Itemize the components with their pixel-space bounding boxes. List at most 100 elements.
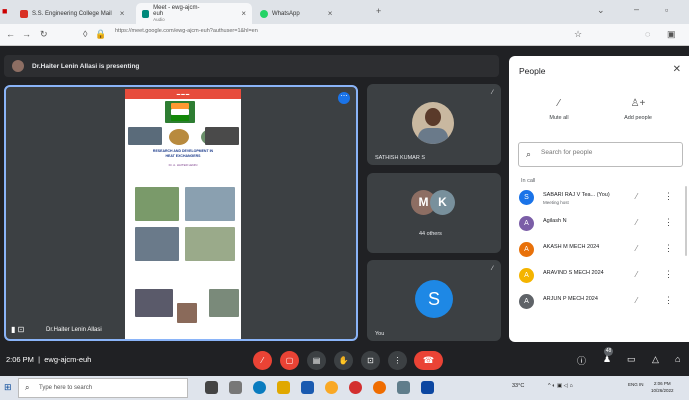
slide-photo [205, 127, 239, 145]
whatsapp-icon [260, 9, 268, 18]
meeting-controls: 2:06 PM | ewg-ajcm-euh ⁄ ▢ ▤ ✋ ⊡ ⋮ ☎ ⓘ ♟… [0, 346, 689, 376]
muted-mic-icon: ⁄ [636, 244, 638, 253]
participant-name: SABARI RAJ V Tea... (You) [543, 192, 610, 198]
restore-icon[interactable]: ▫ [665, 5, 668, 15]
participant-row[interactable]: A ARJUN P MECH 2024 ⁄ ⋮ [509, 291, 689, 313]
opera-icon[interactable] [349, 381, 362, 394]
language-indicator[interactable]: ENG IN [628, 382, 644, 387]
participant-name: You [375, 331, 385, 337]
muted-mic-icon: ⁄ [636, 296, 638, 305]
slide-photo [185, 187, 235, 221]
reload-icon[interactable]: ↻ [40, 29, 48, 40]
settings-icon[interactable] [397, 381, 410, 394]
slide-logo [169, 129, 189, 145]
activities-icon[interactable]: △ [652, 354, 659, 365]
add-people-button[interactable]: ♙+ Add people [615, 98, 661, 121]
participant-row[interactable]: S SABARI RAJ V Tea... (You) Meeting host… [509, 187, 689, 209]
info-icon[interactable]: ⓘ [577, 354, 586, 367]
minimize-icon[interactable]: – [634, 4, 639, 14]
windows-start-icon[interactable]: ⊞ [4, 382, 12, 393]
slide-photo [128, 127, 162, 145]
meeting-clock: 2:06 PM | ewg-ajcm-euh [6, 355, 92, 364]
url-field[interactable]: https://meet.google.com/ewg-ajcm-euh?aut… [115, 28, 258, 34]
close-icon[interactable]: × [328, 9, 333, 18]
pocket-icon[interactable]: ◌ [645, 29, 650, 39]
participant-count-badge: 48 [604, 347, 613, 356]
chat-icon[interactable]: ▭ [627, 354, 636, 365]
mute-all-button[interactable]: ⁄ Mute all [539, 98, 579, 121]
tab-gmail[interactable]: S.S. Engineering College Mail × [14, 3, 132, 24]
more-vert-icon[interactable]: ⋮ [664, 269, 673, 280]
participant-name: SATHISH KUMAR S [375, 155, 426, 161]
host-controls-icon[interactable]: ⌂ [675, 354, 680, 364]
participant-count-label: 44 others [419, 231, 442, 237]
tab-meet-sublabel: Audio [153, 16, 165, 22]
slide-flag-stripe [171, 115, 189, 121]
edge-icon[interactable] [253, 381, 266, 394]
extension-icon[interactable]: ▣ [667, 29, 676, 40]
close-icon[interactable]: × [120, 9, 125, 18]
taskbar-clock[interactable]: 2:06 PM 10/26/2022 [651, 380, 674, 394]
tab-whatsapp[interactable]: WhatsApp × [254, 3, 354, 24]
file-explorer-icon[interactable] [277, 381, 290, 394]
mute-all-icon: ⁄ [558, 98, 560, 109]
store-icon[interactable] [301, 381, 314, 394]
more-vert-icon[interactable]: ⋮ [664, 217, 673, 228]
meet-icon [142, 9, 150, 18]
add-person-icon: ♙+ [630, 98, 646, 109]
more-vert-icon[interactable]: ⋮ [664, 295, 673, 306]
mute-all-label: Mute all [549, 115, 569, 121]
more-vert-icon[interactable]: ⋮ [664, 191, 673, 202]
tray-icons[interactable]: ^ ◐ ▣ ◁ ⌂ [548, 383, 573, 389]
close-icon[interactable]: ✕ [673, 64, 681, 75]
chrome-icon[interactable] [325, 381, 338, 394]
panel-title: People [519, 66, 546, 76]
tab-meet-label: Meet - ewg-ajcm-euh [153, 4, 200, 17]
slide-photo [209, 289, 239, 317]
tab-whatsapp-label: WhatsApp [272, 10, 300, 17]
app-icon[interactable] [421, 381, 434, 394]
more-options-icon[interactable]: ⋯ [338, 92, 350, 104]
participant-name: ARJUN P MECH 2024 [543, 296, 598, 302]
pin-icon[interactable]: ▮ ⊡ [11, 325, 24, 334]
more-vert-icon[interactable]: ⋮ [664, 243, 673, 254]
back-icon[interactable]: ← [6, 29, 15, 39]
presentation-tile[interactable]: ▬ ▬ ▬ RESEARCH AND DEVELOPMENT IN HEAT E… [4, 85, 358, 341]
participant-row[interactable]: A ARAVIND S MECH 2024 ⁄ ⋮ [509, 265, 689, 287]
slide-photo [135, 227, 179, 261]
mic-off-icon[interactable]: ⁄ [253, 351, 272, 370]
browser-tab-bar: ■ S.S. Engineering College Mail × Meet -… [0, 0, 689, 24]
participant-row[interactable]: A AKASH M MECH 2024 ⁄ ⋮ [509, 239, 689, 261]
weather-temperature[interactable]: 33°C [512, 383, 524, 389]
forward-icon[interactable]: → [22, 29, 31, 39]
task-view-icon[interactable] [205, 381, 218, 394]
close-icon[interactable]: × [241, 9, 246, 18]
captions-icon[interactable]: ▤ [307, 351, 326, 370]
avatar: A [519, 216, 534, 231]
taskbar-search[interactable]: ⌕ Type here to search [18, 378, 188, 398]
present-icon[interactable]: ⊡ [361, 351, 380, 370]
camera-off-icon[interactable]: ▢ [280, 351, 299, 370]
in-call-heading: In call [521, 178, 536, 184]
participant-row[interactable]: A Agilash N ⁄ ⋮ [509, 213, 689, 235]
firefox-icon[interactable] [373, 381, 386, 394]
participant-tile-sathish[interactable]: ⁄ SATHISH KUMAR S [367, 84, 501, 165]
people-search[interactable]: ⌕ [518, 142, 683, 167]
star-icon[interactable]: ☆ [574, 29, 582, 40]
raise-hand-icon[interactable]: ✋ [334, 351, 353, 370]
muted-mic-icon: ⁄ [636, 270, 638, 279]
search-icon: ⌕ [25, 383, 30, 392]
participant-tile-you[interactable]: ⁄ S You [367, 260, 501, 341]
widgets-icon[interactable] [229, 381, 242, 394]
new-tab-icon[interactable]: + [376, 6, 381, 16]
muted-mic-icon: ⁄ [636, 192, 638, 201]
more-vert-icon[interactable]: ⋮ [388, 351, 407, 370]
gmail-icon [20, 9, 28, 18]
slide-title-block: RESEARCH AND DEVELOPMENT IN HEAT EXCHANG… [125, 149, 241, 167]
chevron-down-icon[interactable]: ⌄ [597, 5, 605, 16]
people-search-input[interactable] [541, 149, 671, 156]
tab-meet[interactable]: Meet - ewg-ajcm-euh Audio × [136, 3, 252, 24]
participant-tile-others[interactable]: M K 44 others [367, 173, 501, 253]
end-call-button[interactable]: ☎ [414, 351, 443, 370]
presentation-slide: ▬ ▬ ▬ RESEARCH AND DEVELOPMENT IN HEAT E… [125, 89, 241, 339]
